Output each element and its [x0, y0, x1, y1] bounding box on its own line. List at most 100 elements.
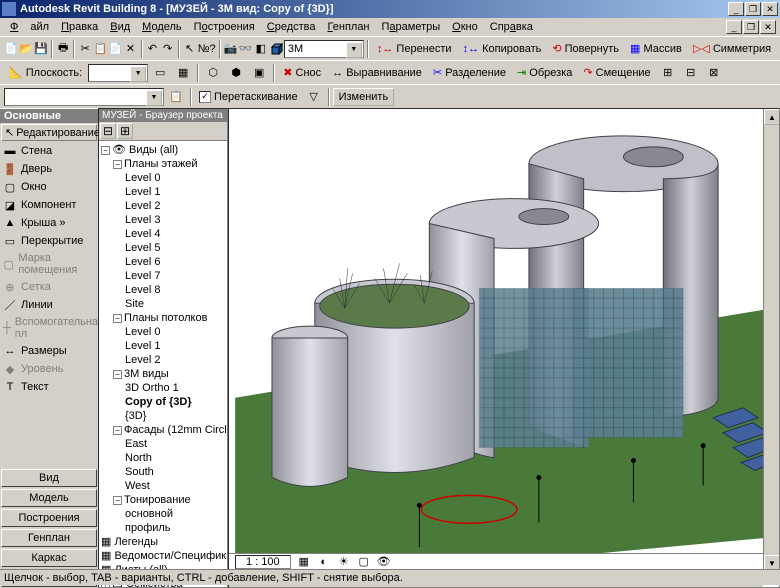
tool-c-icon[interactable]: ⊠: [703, 63, 725, 83]
menu-file[interactable]: Файл: [4, 20, 55, 34]
save-icon[interactable]: 💾: [34, 39, 48, 59]
shadows-icon[interactable]: ☀: [337, 555, 351, 569]
unjoin-icon[interactable]: ⬢: [225, 63, 247, 83]
camera-icon[interactable]: 📷: [224, 39, 238, 59]
tree-level[interactable]: Level 6: [101, 255, 225, 269]
trim-button[interactable]: ⇥ Обрезка: [512, 64, 577, 81]
paste-icon[interactable]: 📄: [108, 39, 122, 59]
hide-icon[interactable]: 👁: [377, 555, 391, 569]
maximize-button[interactable]: ❐: [745, 2, 761, 16]
array-button[interactable]: ▦ Массив: [625, 40, 687, 57]
tree-level[interactable]: Level 5: [101, 241, 225, 255]
undo-icon[interactable]: ↶: [146, 39, 160, 59]
child-minimize-button[interactable]: _: [726, 20, 742, 34]
tree-ceiling-plans[interactable]: −Планы потолков: [101, 311, 225, 325]
tree-rendering-item[interactable]: профиль: [101, 521, 225, 535]
help-icon[interactable]: №?: [198, 39, 216, 59]
tree-level[interactable]: Level 0: [101, 325, 225, 339]
tree-elevation-item[interactable]: South: [101, 465, 225, 479]
text-tool[interactable]: TТекст: [0, 378, 98, 396]
scroll-up-icon[interactable]: ▲: [764, 109, 780, 125]
close-button[interactable]: ✕: [762, 2, 778, 16]
wall-tool[interactable]: ▬Стена: [0, 142, 98, 160]
model-graphics-icon[interactable]: ◐: [317, 555, 331, 569]
tree-schedules[interactable]: ▦ Ведомости/Спецификации: [101, 549, 225, 563]
tree-level[interactable]: Level 4: [101, 227, 225, 241]
tree-elevation-item[interactable]: North: [101, 451, 225, 465]
tree-level[interactable]: Level 1: [101, 339, 225, 353]
wp-show-icon[interactable]: ▭: [149, 63, 171, 83]
tree-3d-item[interactable]: {3D}: [101, 409, 225, 423]
filter-icon[interactable]: ▽: [303, 87, 325, 107]
modify-tool[interactable]: ↖ Редактирование: [1, 124, 97, 141]
workplane-label[interactable]: 📐 Плоскость:: [4, 64, 87, 81]
crop-icon[interactable]: ▢: [357, 555, 371, 569]
tree-level[interactable]: Level 2: [101, 353, 225, 367]
copy-icon[interactable]: 📋: [93, 39, 107, 59]
tree-elevation-item[interactable]: East: [101, 437, 225, 451]
type-selector-combo[interactable]: [4, 88, 164, 106]
tab-frame[interactable]: Каркас: [1, 549, 97, 567]
print-icon[interactable]: 🖶: [56, 39, 70, 59]
menu-build[interactable]: Построения: [188, 20, 261, 34]
menu-help[interactable]: Справка: [484, 20, 539, 34]
modify-button[interactable]: Изменить: [333, 88, 395, 106]
floor-tool[interactable]: ▭Перекрытие: [0, 232, 98, 250]
pointer-icon[interactable]: ↖: [183, 39, 197, 59]
tool-a-icon[interactable]: ⊞: [657, 63, 679, 83]
wp-grid-icon[interactable]: ▦: [172, 63, 194, 83]
tree-level[interactable]: Level 3: [101, 213, 225, 227]
dimension-tool[interactable]: ↔Размеры: [0, 342, 98, 360]
child-restore-button[interactable]: ❐: [743, 20, 759, 34]
menu-view[interactable]: Вид: [104, 20, 136, 34]
glasses-icon[interactable]: 👓: [239, 39, 253, 59]
ref-plane-tool[interactable]: ┼Вспомогательная пл: [0, 314, 98, 342]
tree-views[interactable]: −👁 Виды (all): [101, 143, 225, 157]
view-type-combo[interactable]: 3М: [284, 40, 364, 58]
level-tool[interactable]: ◆Уровень: [0, 360, 98, 378]
tab-genplan[interactable]: Генплан: [1, 529, 97, 547]
join-icon[interactable]: ⬡: [202, 63, 224, 83]
cube-icon[interactable]: [269, 39, 283, 59]
copy-button[interactable]: ↕↔ Копировать: [458, 41, 547, 57]
browser-collapse-icon[interactable]: ⊞: [117, 123, 133, 139]
open-icon[interactable]: 📂: [19, 39, 33, 59]
vertical-scrollbar[interactable]: ▲ ▼: [763, 109, 779, 571]
window-tool[interactable]: ▢Окно: [0, 178, 98, 196]
tab-view[interactable]: Вид: [1, 469, 97, 487]
tree-rendering-item[interactable]: основной: [101, 507, 225, 521]
tree-3d-item-active[interactable]: Copy of {3D}: [101, 395, 225, 409]
tree-level[interactable]: Site: [101, 297, 225, 311]
menu-params[interactable]: Параметры: [376, 20, 447, 34]
menu-tools[interactable]: Средства: [261, 20, 322, 34]
detail-level-icon[interactable]: ▦: [297, 555, 311, 569]
align-button[interactable]: ↔ Выравнивание: [327, 65, 427, 81]
component-tool[interactable]: ◪Компонент: [0, 196, 98, 214]
tree-elevations[interactable]: −Фасады (12mm Circle): [101, 423, 225, 437]
new-icon[interactable]: 📄: [4, 39, 18, 59]
menu-model[interactable]: Модель: [136, 20, 188, 34]
tree-level[interactable]: Level 1: [101, 185, 225, 199]
tree-level[interactable]: Level 7: [101, 269, 225, 283]
menu-edit[interactable]: Правка: [55, 20, 104, 34]
tree-level[interactable]: Level 2: [101, 199, 225, 213]
lines-tool[interactable]: ／Линии: [0, 296, 98, 314]
object-icon[interactable]: ▣: [248, 63, 270, 83]
grid-tool[interactable]: ⊕Сетка: [0, 278, 98, 296]
demolish-button[interactable]: ✖ Снос: [278, 64, 326, 81]
split-button[interactable]: ✂ Разделение: [428, 64, 511, 81]
section-icon[interactable]: ◧: [254, 39, 268, 59]
tree-floor-plans[interactable]: −Планы этажей: [101, 157, 225, 171]
mirror-button[interactable]: ▷◁ Симметрия: [688, 40, 776, 57]
tree-level[interactable]: Level 0: [101, 171, 225, 185]
properties-icon[interactable]: 📋: [165, 87, 187, 107]
menu-window[interactable]: Окно: [446, 20, 484, 34]
tree-legends[interactable]: ▦ Легенды: [101, 535, 225, 549]
menu-genplan[interactable]: Генплан: [322, 20, 376, 34]
drag-checkbox[interactable]: ✓Перетаскивание: [195, 91, 302, 103]
tool-b-icon[interactable]: ⊟: [680, 63, 702, 83]
door-tool[interactable]: 🚪Дверь: [0, 160, 98, 178]
room-tag-tool[interactable]: ▢Марка помещения: [0, 250, 98, 278]
redo-icon[interactable]: ↷: [161, 39, 175, 59]
browser-expand-icon[interactable]: ⊟: [100, 123, 116, 139]
